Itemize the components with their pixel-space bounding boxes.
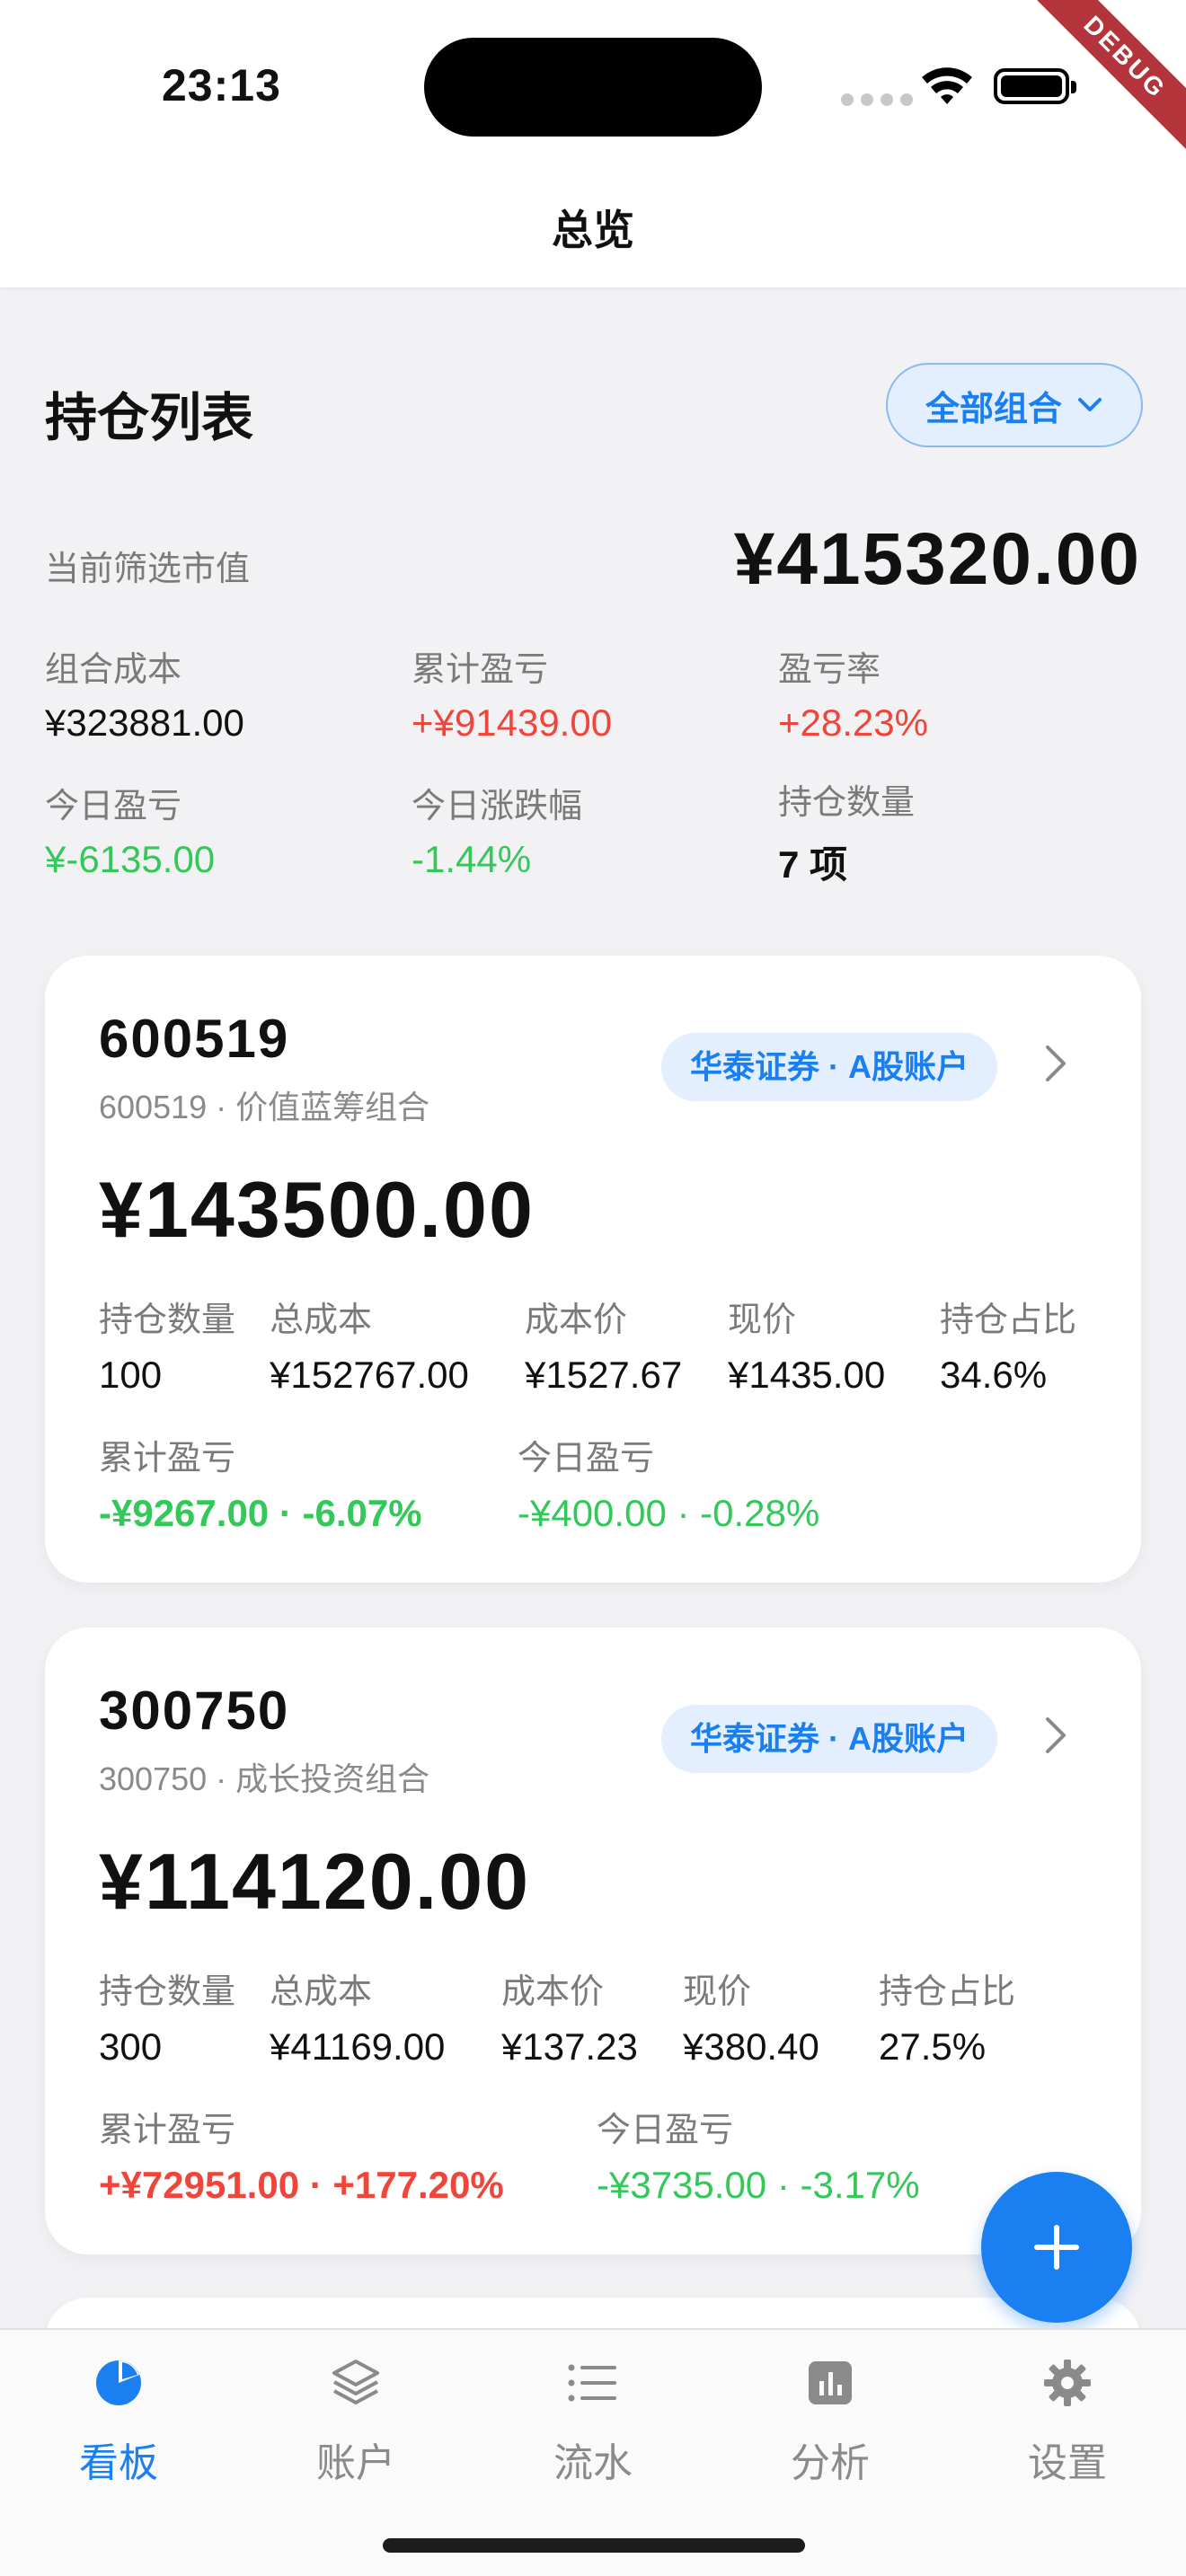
plus-icon — [1034, 2225, 1079, 2270]
metric-total-pnl: 累计盈亏 +¥91439.00 — [412, 651, 613, 744]
metric-cost: 组合成本 ¥323881.00 — [45, 651, 244, 744]
page-title: 总览 — [552, 207, 634, 253]
tab-settings[interactable]: 设置 — [978, 2351, 1157, 2488]
chevron-right-icon[interactable] — [1044, 1044, 1067, 1083]
holding-value: ¥114120.00 — [99, 1837, 531, 1926]
chevron-right-icon[interactable] — [1044, 1716, 1067, 1755]
stock-subtitle: 600519 · 价值蓝筹组合 — [99, 1089, 430, 1125]
field-cost-price: 成本价 ¥1527.67 — [525, 1301, 683, 1396]
metric-holding-count: 持仓数量 7 项 — [778, 784, 916, 886]
battery-icon — [994, 68, 1076, 104]
tab-dashboard[interactable]: 看板 — [29, 2351, 208, 2488]
total-pnl: 累计盈亏 +¥72951.00 · +177.20% — [99, 2112, 504, 2206]
field-weight: 持仓占比 27.5% — [879, 1973, 1016, 2068]
today-pnl: 今日盈亏 -¥3735.00 · -3.17% — [597, 2112, 920, 2206]
list-icon — [568, 2364, 616, 2402]
layers-icon — [332, 2360, 379, 2404]
total-pnl: 累计盈亏 -¥9267.00 · -6.07% — [99, 1440, 422, 1534]
stock-code: 600519 — [99, 1009, 290, 1069]
market-value-label: 当前筛选市值 — [45, 551, 251, 588]
today-pnl: 今日盈亏 -¥400.00 · -0.28% — [518, 1440, 820, 1534]
portfolio-filter-button[interactable]: 全部组合 — [886, 363, 1143, 447]
metric-today-change: 今日涨跌幅 -1.44% — [412, 788, 583, 880]
add-holding-button[interactable] — [981, 2172, 1132, 2323]
home-indicator — [383, 2538, 805, 2553]
chevron-down-icon — [1078, 398, 1102, 411]
field-total-cost: 总成本 ¥41169.00 — [270, 1973, 446, 2068]
gear-icon — [1044, 2360, 1091, 2406]
holding-card[interactable]: 300750 300750 · 成长投资组合 华泰证券 · A股账户 ¥1141… — [45, 1628, 1141, 2254]
bar-chart-icon — [809, 2361, 852, 2404]
field-weight: 持仓占比 34.6% — [940, 1301, 1077, 1396]
pie-chart-icon — [96, 2360, 141, 2405]
account-badge: 华泰证券 · A股账户 — [661, 1033, 997, 1101]
metric-today-pnl: 今日盈亏 ¥-6135.00 — [45, 788, 216, 880]
holding-value: ¥143500.00 — [99, 1165, 535, 1254]
account-badge: 华泰证券 · A股账户 — [661, 1705, 997, 1773]
tab-accounts[interactable]: 账户 — [266, 2351, 446, 2488]
field-total-cost: 总成本 ¥152767.00 — [270, 1301, 469, 1396]
field-current-price: 现价 ¥1435.00 — [728, 1301, 886, 1396]
status-bar: 23:13 DEBUG — [0, 0, 1186, 171]
wifi-icon — [922, 67, 972, 104]
tab-transactions[interactable]: 流水 — [503, 2351, 683, 2488]
field-quantity: 持仓数量 100 — [99, 1301, 236, 1396]
metric-pnl-rate: 盈亏率 +28.23% — [778, 651, 928, 744]
field-current-price: 现价 ¥380.40 — [683, 1973, 819, 2068]
signal-icon — [841, 93, 913, 106]
dynamic-island — [424, 38, 762, 137]
field-cost-price: 成本价 ¥137.23 — [501, 1973, 638, 2068]
filter-label: 全部组合 — [925, 390, 1062, 428]
tab-analysis[interactable]: 分析 — [740, 2351, 920, 2488]
stock-code: 300750 — [99, 1681, 290, 1741]
status-time: 23:13 — [162, 60, 281, 110]
section-title: 持仓列表 — [45, 389, 254, 447]
stock-subtitle: 300750 · 成长投资组合 — [99, 1760, 430, 1797]
holding-card[interactable]: 600519 600519 · 价值蓝筹组合 华泰证券 · A股账户 ¥1435… — [45, 956, 1141, 1583]
field-quantity: 持仓数量 300 — [99, 1973, 236, 2068]
market-value: ¥415320.00 — [733, 518, 1141, 600]
